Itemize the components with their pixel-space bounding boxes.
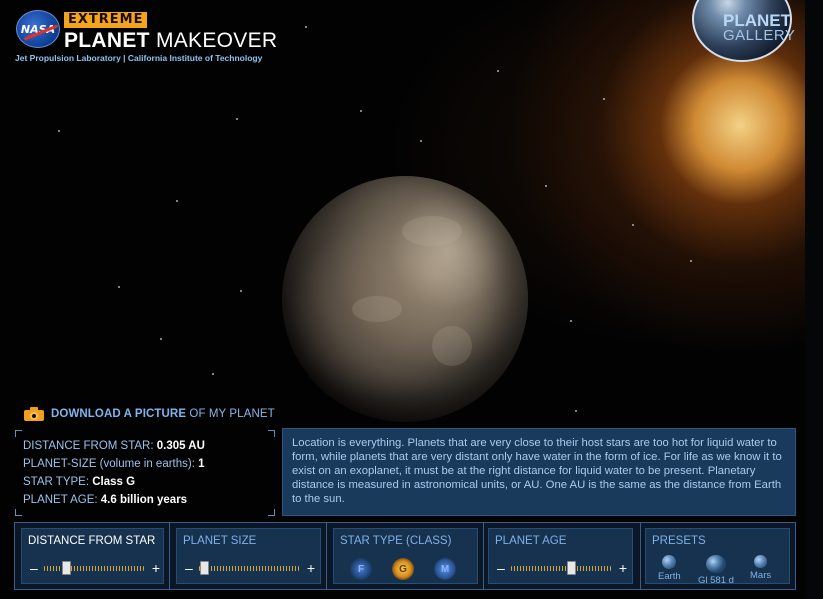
camera-icon <box>24 407 44 421</box>
distance-minus-button[interactable]: – <box>30 560 38 576</box>
star-class-f-button[interactable]: F <box>350 558 372 580</box>
preset-gl581d[interactable]: Gl 581 d <box>698 555 734 586</box>
star <box>160 338 162 340</box>
stat-star-type-value: Class G <box>92 476 136 488</box>
separator <box>640 523 641 589</box>
download-picture-link[interactable]: DOWNLOAD A PICTURE OF MY PLANET <box>24 407 275 421</box>
control-bar: DISTANCE FROM STAR – + PLANET SIZE – + S… <box>14 522 796 590</box>
info-text: Location is everything. Planets that are… <box>282 428 796 516</box>
frame-corner <box>15 509 22 516</box>
age-panel: PLANET AGE – + <box>488 528 633 584</box>
star-class-g-button[interactable]: G <box>392 558 414 580</box>
star <box>632 224 634 226</box>
stat-size: PLANET-SIZE (volume in earths): 1 <box>23 458 205 470</box>
star-type-panel: STAR TYPE (CLASS) F G M <box>333 528 478 584</box>
earth-planet-icon <box>662 555 677 569</box>
size-handle[interactable] <box>200 561 209 575</box>
stat-age-label: PLANET AGE: <box>23 494 98 506</box>
preset-mars[interactable]: Mars <box>750 555 771 581</box>
star <box>240 290 242 292</box>
planet-gallery-subtitle[interactable]: GALLERY <box>723 27 795 44</box>
download-label-bold: DOWNLOAD A PICTURE <box>51 408 187 420</box>
surface-patch <box>352 296 402 322</box>
stat-distance: DISTANCE FROM STAR: 0.305 AU <box>23 440 205 452</box>
stat-distance-label: DISTANCE FROM STAR: <box>23 440 154 452</box>
age-plus-button[interactable]: + <box>619 560 627 576</box>
mars-planet-icon <box>754 555 768 568</box>
stat-star-type-label: STAR TYPE: <box>23 476 90 488</box>
frame-corner <box>268 430 275 437</box>
star <box>545 185 547 187</box>
presets-title: PRESETS <box>652 535 706 547</box>
app-subtitle: Jet Propulsion Laboratory | California I… <box>15 53 263 63</box>
app-title-rest: MAKEOVER <box>155 29 278 52</box>
distance-slider[interactable]: – + <box>28 560 160 578</box>
separator <box>326 523 327 589</box>
age-slider[interactable]: – + <box>495 560 627 578</box>
distance-handle[interactable] <box>62 561 71 575</box>
download-label-rest: OF MY PLANET <box>189 408 275 420</box>
space-scene: NASA EXTREME PLANET MAKEOVER Jet Propuls… <box>0 0 823 599</box>
star <box>420 140 422 142</box>
frame-corner <box>15 430 22 437</box>
gl581d-planet-icon <box>705 555 726 573</box>
distance-track[interactable] <box>44 566 144 571</box>
age-track[interactable] <box>511 566 611 571</box>
size-track[interactable] <box>199 566 299 571</box>
size-plus-button[interactable]: + <box>307 560 315 576</box>
distance-plus-button[interactable]: + <box>152 560 160 576</box>
separator <box>483 523 484 589</box>
star <box>497 70 499 72</box>
surface-patch <box>402 216 462 246</box>
right-edge <box>805 0 823 599</box>
nasa-logo-text: NASA <box>20 22 56 36</box>
size-slider[interactable]: – + <box>183 560 315 578</box>
star <box>575 410 577 412</box>
stat-distance-value: 0.305 AU <box>156 440 205 452</box>
stat-age: PLANET AGE: 4.6 billion years <box>23 494 187 506</box>
preset-earth[interactable]: Earth <box>658 555 681 582</box>
star <box>176 200 178 202</box>
preset-earth-label: Earth <box>658 571 681 582</box>
star <box>118 286 120 288</box>
age-minus-button[interactable]: – <box>497 560 505 576</box>
download-label[interactable]: DOWNLOAD A PICTURE OF MY PLANET <box>51 408 275 420</box>
extreme-badge: EXTREME <box>64 12 148 28</box>
star <box>690 260 692 262</box>
size-minus-button[interactable]: – <box>185 560 193 576</box>
planet-render <box>282 176 528 422</box>
separator <box>169 523 170 589</box>
star <box>570 320 572 322</box>
stat-size-label: PLANET-SIZE (volume in earths): <box>23 458 195 470</box>
size-panel: PLANET SIZE – + <box>176 528 321 584</box>
age-handle[interactable] <box>567 561 576 575</box>
nasa-logo: NASA <box>16 10 60 48</box>
presets-panel: PRESETS Earth Gl 581 d Mars <box>645 528 790 586</box>
distance-panel: DISTANCE FROM STAR – + <box>21 528 164 584</box>
star <box>360 110 362 112</box>
distance-title: DISTANCE FROM STAR <box>28 535 156 547</box>
star <box>236 118 238 120</box>
star <box>603 98 605 100</box>
planet-stats: DISTANCE FROM STAR: 0.305 AU PLANET-SIZE… <box>15 430 275 516</box>
stat-age-value: 4.6 billion years <box>100 494 188 506</box>
star <box>305 26 307 28</box>
star <box>58 130 60 132</box>
age-title: PLANET AGE <box>495 535 567 547</box>
star-class-m-button[interactable]: M <box>434 558 456 580</box>
stat-star-type: STAR TYPE: Class G <box>23 476 135 488</box>
surface-patch <box>432 326 472 366</box>
size-title: PLANET SIZE <box>183 535 257 547</box>
app-title-bold: PLANET <box>64 29 150 52</box>
preset-gl581d-label: Gl 581 d <box>698 575 734 586</box>
preset-mars-label: Mars <box>750 570 772 581</box>
star-type-title: STAR TYPE (CLASS) <box>340 535 452 547</box>
star <box>212 373 214 375</box>
frame-corner <box>268 509 275 516</box>
app-title: PLANET MAKEOVER <box>64 29 277 53</box>
stat-size-value: 1 <box>198 458 205 470</box>
